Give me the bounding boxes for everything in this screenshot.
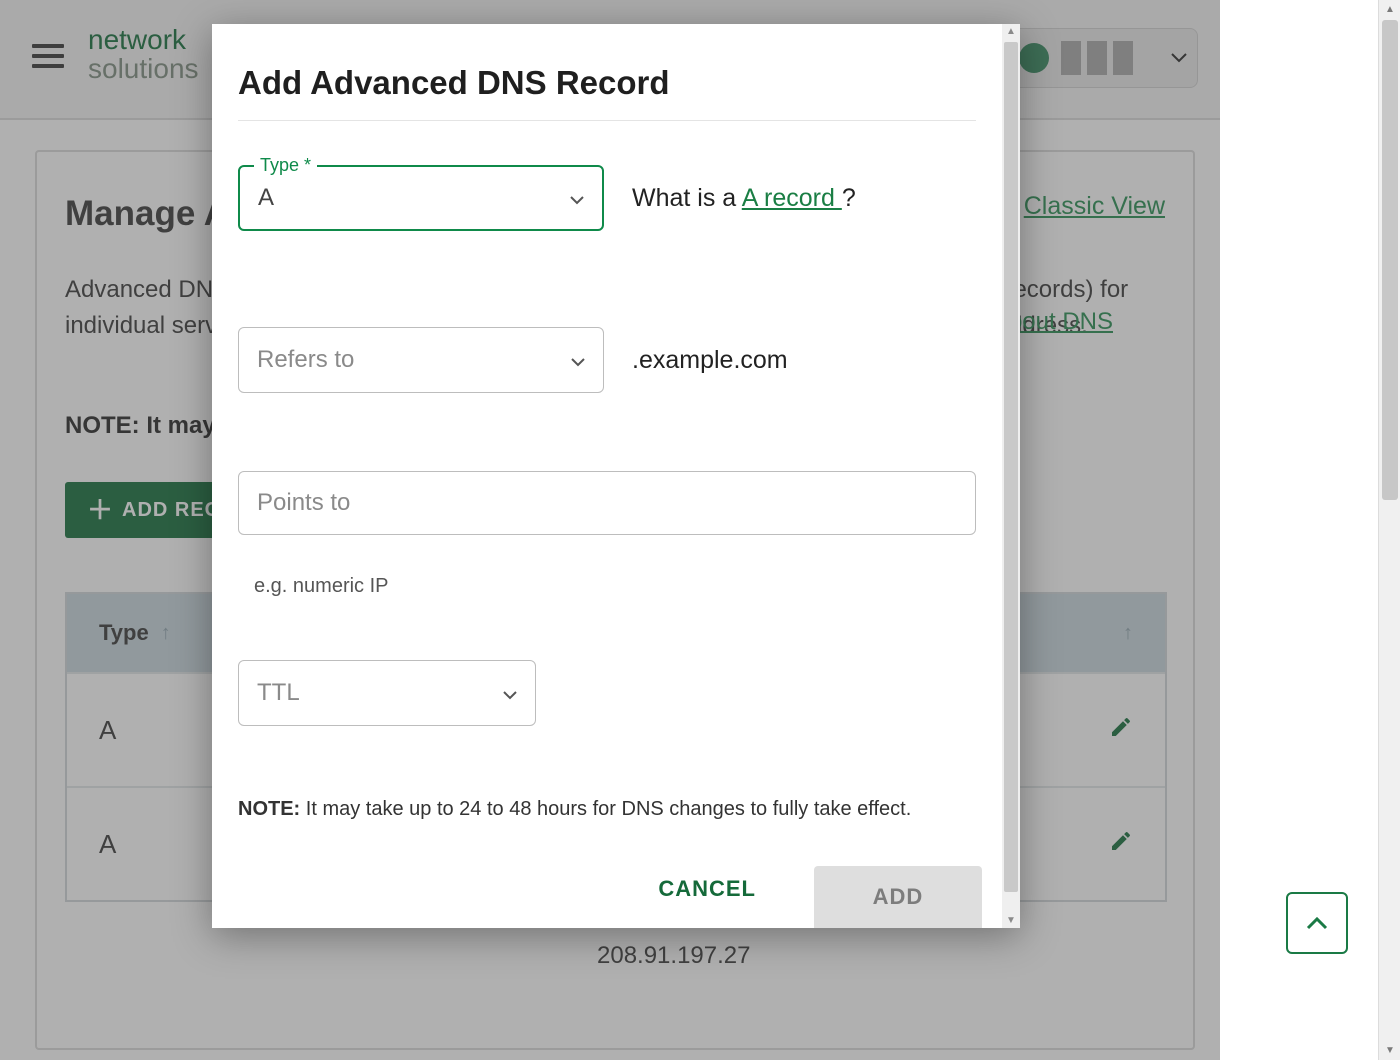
scroll-thumb[interactable] bbox=[1004, 42, 1018, 892]
back-to-top-button[interactable] bbox=[1286, 892, 1348, 954]
scroll-up-icon[interactable]: ▲ bbox=[1385, 4, 1395, 15]
ttl-select[interactable]: TTL bbox=[238, 660, 536, 726]
chevron-down-icon bbox=[503, 679, 517, 707]
cancel-button[interactable]: CANCEL bbox=[648, 866, 766, 902]
scroll-down-icon[interactable]: ▼ bbox=[1385, 1045, 1395, 1056]
modal-title: Add Advanced DNS Record bbox=[212, 24, 1002, 120]
scroll-down-icon[interactable]: ▼ bbox=[1006, 915, 1016, 926]
refers-to-select[interactable]: Refers to bbox=[238, 327, 604, 393]
help-suffix: ? bbox=[842, 184, 856, 212]
modal-content: Add Advanced DNS Record Type * A What is… bbox=[212, 24, 1002, 928]
domain-suffix-text: .example.com bbox=[632, 346, 788, 375]
scroll-thumb[interactable] bbox=[1382, 20, 1398, 500]
modal-divider bbox=[238, 120, 976, 121]
modal-scrollbar[interactable]: ▲ ▼ bbox=[1002, 24, 1020, 928]
type-value: A bbox=[258, 184, 274, 212]
ttl-placeholder: TTL bbox=[257, 679, 300, 707]
a-record-link[interactable]: A record bbox=[742, 184, 842, 212]
type-label: Type * bbox=[254, 155, 317, 176]
add-button[interactable]: ADD bbox=[814, 866, 982, 928]
modal-note: NOTE: It may take up to 24 to 48 hours f… bbox=[238, 798, 976, 821]
type-select[interactable]: Type * A bbox=[238, 165, 604, 231]
points-to-example: e.g. numeric IP bbox=[254, 575, 976, 598]
browser-scrollbar[interactable]: ▲ ▼ bbox=[1378, 0, 1400, 1060]
type-help-text: What is a A record ? bbox=[632, 184, 856, 213]
points-to-placeholder: Points to bbox=[257, 489, 350, 517]
chevron-down-icon bbox=[570, 184, 584, 212]
note-prefix: NOTE: bbox=[238, 798, 300, 820]
points-to-input[interactable]: Points to bbox=[238, 471, 976, 535]
note-text: It may take up to 24 to 48 hours for DNS… bbox=[300, 798, 911, 820]
scroll-up-icon[interactable]: ▲ bbox=[1006, 26, 1016, 37]
help-prefix: What is a bbox=[632, 184, 742, 212]
refers-to-placeholder: Refers to bbox=[257, 346, 354, 374]
chevron-up-icon bbox=[1306, 916, 1328, 930]
modal-actions: CANCEL ADD bbox=[212, 866, 1002, 928]
chevron-down-icon bbox=[571, 346, 585, 374]
add-dns-modal: Add Advanced DNS Record Type * A What is… bbox=[212, 24, 1020, 928]
